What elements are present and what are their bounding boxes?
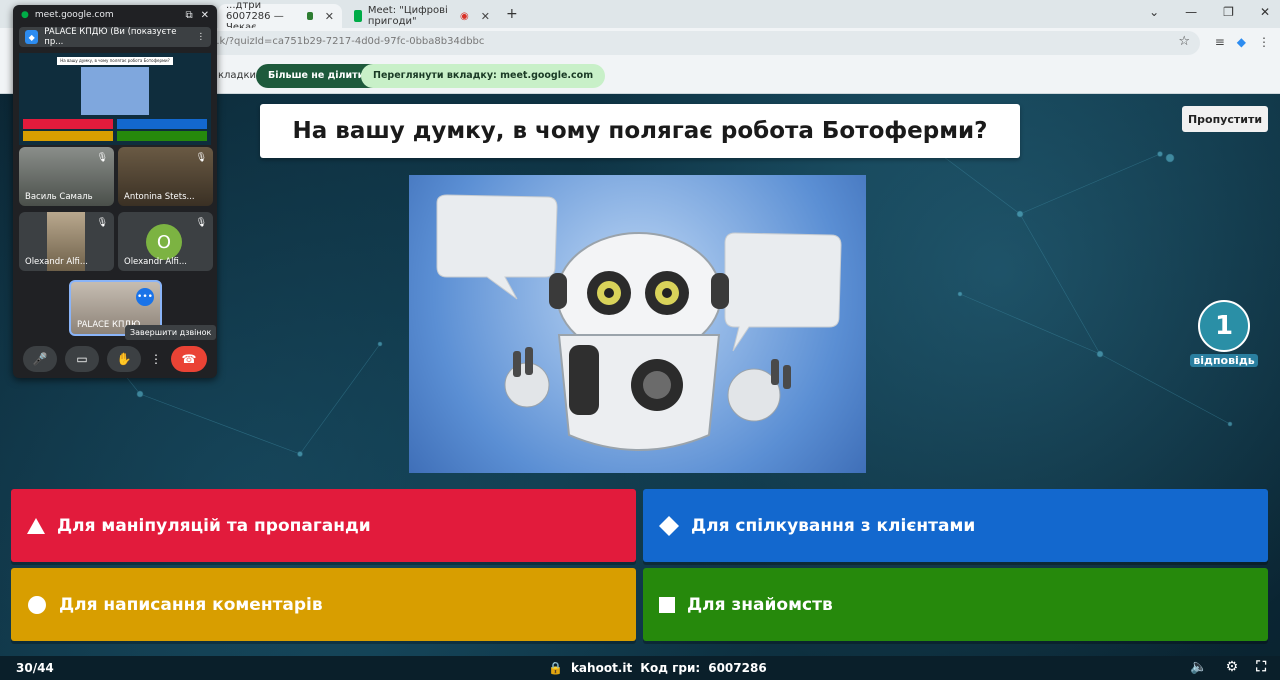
menu-icon[interactable]: ⋮ <box>1258 35 1270 49</box>
more-options-icon[interactable]: ••• <box>136 288 154 306</box>
extension-icon[interactable]: ◆ <box>1237 35 1246 49</box>
fullscreen-icon[interactable]: ⛶ <box>1256 659 1266 675</box>
triangle-icon <box>27 517 45 534</box>
url-text: ...k/?quizId=ca751b29-7217-4d0d-97fc-0bb… <box>210 36 485 47</box>
mic-off-icon: 🎙 <box>195 153 207 163</box>
close-tab-icon[interactable]: ✕ <box>481 10 490 23</box>
meet-pip-window[interactable]: ● meet.google.com ⧉ ✕ ◆ PALACE КПДЮ (Ви … <box>13 5 217 378</box>
mini-robot-image <box>81 67 149 115</box>
new-tab-icon[interactable]: + <box>506 6 518 22</box>
screen-share-icon <box>307 12 313 20</box>
participant-tile[interactable]: 🎙 Olexandr Alfi... <box>19 212 114 271</box>
lock-icon: 🔒 <box>548 661 563 675</box>
url-field[interactable]: ...k/?quizId=ca751b29-7217-4d0d-97fc-0bb… <box>196 31 1200 55</box>
question-image <box>409 175 866 473</box>
footer-controls: 🔈 ⚙ ⛶ <box>1190 659 1266 675</box>
game-pin: 🔒 kahoot.it Код гри: 6007286 <box>548 661 767 675</box>
presenter-bar: ◆ PALACE КПДЮ (Ви (показуєте пр... ⋮ <box>19 27 211 47</box>
settings-icon[interactable]: ⚙ <box>1226 659 1239 675</box>
answer-text: Для знайомств <box>687 594 833 615</box>
participant-name: Antonina Stets... <box>124 192 195 202</box>
question-counter: 30/44 <box>16 661 54 675</box>
volume-icon[interactable]: 🔈 <box>1190 659 1207 675</box>
participant-name: Olexandr Alfi... <box>124 257 187 267</box>
circle-icon <box>28 595 46 614</box>
question-title: На вашу думку, в чому полягає робота Бот… <box>260 104 1020 158</box>
pin-value: 6007286 <box>708 661 767 675</box>
tab-label: Meet: "Цифрові пригоди" <box>367 5 448 27</box>
answers-label: відповідь <box>1190 354 1258 367</box>
back-to-tab-icon[interactable]: ⧉ <box>185 10 192 21</box>
diamond-icon <box>659 515 679 536</box>
mini-question: На вашу думку, в чому полягає робота Бот… <box>57 57 173 65</box>
more-actions-icon[interactable]: ⋮ <box>149 346 163 372</box>
close-tab-icon[interactable]: ✕ <box>325 10 334 23</box>
raise-hand-icon[interactable]: ✋ <box>107 346 141 372</box>
answer-triangle[interactable]: Для маніпуляцій та пропаганди <box>11 489 636 562</box>
window-controls: ⌄ — ❐ ✕ <box>1149 5 1270 19</box>
mic-off-icon: 🎙 <box>96 218 108 228</box>
more-options-icon[interactable]: ⋮ <box>197 32 206 42</box>
media-control-icon[interactable]: ≡ <box>1215 35 1225 49</box>
avatar: O <box>146 224 182 260</box>
skip-button[interactable]: Пропустити <box>1182 106 1268 132</box>
pip-close-icon[interactable]: ✕ <box>201 10 209 21</box>
bookmark-star-icon[interactable]: ☆ <box>1178 34 1190 49</box>
camera-icon[interactable]: ▭ <box>65 346 99 372</box>
pip-header: ● meet.google.com ⧉ ✕ <box>13 5 217 25</box>
tab-kahoot[interactable]: ...дтри 6007286 — Чекає ✕ <box>218 0 342 33</box>
shared-screen-preview: На вашу думку, в чому полягає робота Бот… <box>19 53 211 145</box>
view-tab-button[interactable]: Переглянути вкладку: meet.google.com <box>361 64 606 88</box>
mic-off-icon: 🎙 <box>96 153 108 163</box>
answer-text: Для спілкування з клієнтами <box>691 515 976 536</box>
pip-origin: meet.google.com <box>34 10 114 20</box>
site-name: kahoot.it <box>570 661 633 675</box>
close-window-icon[interactable]: ✕ <box>1260 5 1270 19</box>
answer-square[interactable]: Для знайомств <box>643 568 1268 641</box>
answer-diamond[interactable]: Для спілкування з клієнтами <box>643 489 1268 562</box>
restore-icon[interactable]: ❐ <box>1223 5 1234 19</box>
extension-icons: ≡ ◆ ⋮ <box>1215 35 1270 49</box>
end-call-button[interactable]: ☎ <box>171 346 207 372</box>
recording-icon: ◉ <box>460 10 469 22</box>
call-controls: 🎤 ▭ ✋ ⋮ ☎ <box>13 343 217 375</box>
kahoot-footer: 30/44 🔒 kahoot.it Код гри: 6007286 🔈 ⚙ ⛶ <box>0 656 1280 680</box>
participant-tile[interactable]: 🎙 Antonina Stets... <box>118 147 213 206</box>
mini-answer-blue <box>117 119 207 129</box>
participant-tile[interactable]: O 🎙 Olexandr Alfi... <box>118 212 213 271</box>
mini-answer-green <box>117 131 207 141</box>
presenter-name: PALACE КПДЮ (Ви (показуєте пр... <box>44 27 177 47</box>
meet-icon <box>354 10 362 22</box>
robot-illustration <box>436 194 842 451</box>
maximize-icon[interactable]: — <box>1185 5 1197 19</box>
mic-off-icon: 🎙 <box>195 218 207 228</box>
answer-text: Для маніпуляцій та пропаганди <box>57 515 371 536</box>
participant-name: Василь Самаль <box>25 192 93 202</box>
microphone-icon[interactable]: 🎤 <box>23 346 57 372</box>
sharing-text: кладки <box>218 70 257 81</box>
mini-answer-yellow <box>23 131 113 141</box>
participant-tile[interactable]: 🎙 Василь Самаль <box>19 147 114 206</box>
participant-name: Olexandr Alfi... <box>25 257 88 267</box>
presenter-logo: ◆ <box>25 30 39 44</box>
end-call-tooltip: Завершити дзвінок <box>125 325 217 340</box>
answer-circle[interactable]: Для написання коментарів <box>11 568 636 641</box>
meet-logo-icon: ● <box>21 10 29 20</box>
mini-answer-red <box>23 119 113 129</box>
pin-label: Код гри: <box>640 661 701 675</box>
minimize-icon[interactable]: ⌄ <box>1149 5 1159 19</box>
square-icon <box>659 596 675 613</box>
answers-count: 1 <box>1198 300 1250 352</box>
answer-text: Для написання коментарів <box>59 594 323 615</box>
tab-meet[interactable]: Meet: "Цифрові пригоди" ◉ ✕ <box>346 4 498 28</box>
